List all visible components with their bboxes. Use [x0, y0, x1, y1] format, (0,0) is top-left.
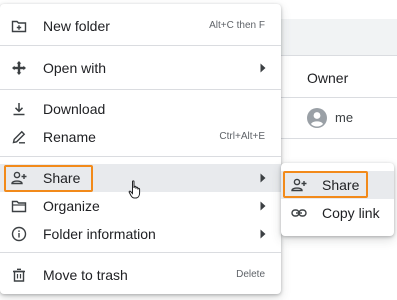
info-icon	[11, 226, 27, 242]
rename-pencil-icon	[12, 130, 26, 144]
menu-item-folder-information[interactable]: Folder information	[0, 220, 281, 248]
menu-item-label: Organize	[43, 198, 100, 214]
trash-icon	[13, 268, 25, 282]
menu-divider	[0, 252, 281, 253]
menu-item-label: Open with	[43, 60, 107, 76]
menu-divider	[0, 156, 281, 157]
menu-item-label: New folder	[43, 18, 110, 34]
menu-divider	[0, 89, 281, 90]
shortcut-hint: Delete	[236, 269, 265, 280]
hand-pointer-cursor-icon	[128, 180, 141, 199]
share-highlight-box	[4, 165, 93, 192]
menu-item-move-to-trash[interactable]: Move to trash Delete	[0, 261, 281, 289]
owner-avatar-icon	[307, 108, 327, 128]
menu-item-download[interactable]: Download	[0, 95, 281, 123]
download-icon	[13, 103, 25, 116]
menu-item-open-with[interactable]: Open with	[0, 54, 281, 82]
menu-item-label: Folder information	[43, 226, 156, 242]
menu-item-label: Rename	[43, 129, 96, 145]
open-with-icon	[12, 61, 26, 75]
chevron-right-icon	[260, 173, 266, 183]
menu-item-label: Move to trash	[43, 267, 128, 283]
shortcut-hint: Ctrl+Alt+E	[219, 131, 265, 142]
folder-icon	[11, 200, 27, 213]
menu-item-rename[interactable]: Rename Ctrl+Alt+E	[0, 123, 281, 151]
chevron-right-icon	[260, 201, 266, 211]
submenu-share-highlight-box	[283, 171, 368, 198]
submenu-item-copy-link[interactable]: Copy link	[281, 199, 394, 227]
link-icon	[291, 209, 307, 217]
shortcut-hint: Alt+C then F	[209, 20, 265, 31]
owner-column-header[interactable]: Owner	[307, 70, 348, 86]
owner-name: me	[335, 110, 354, 125]
menu-item-new-folder[interactable]: New folder Alt+C then F	[0, 12, 281, 40]
menu-item-label: Download	[43, 101, 106, 117]
menu-divider	[0, 45, 281, 46]
context-menu: New folder Alt+C then F Open with Downlo…	[0, 4, 281, 294]
submenu-item-label: Copy link	[322, 205, 380, 221]
new-folder-icon	[11, 20, 27, 33]
chevron-right-icon	[260, 63, 266, 73]
chevron-right-icon	[260, 229, 266, 239]
